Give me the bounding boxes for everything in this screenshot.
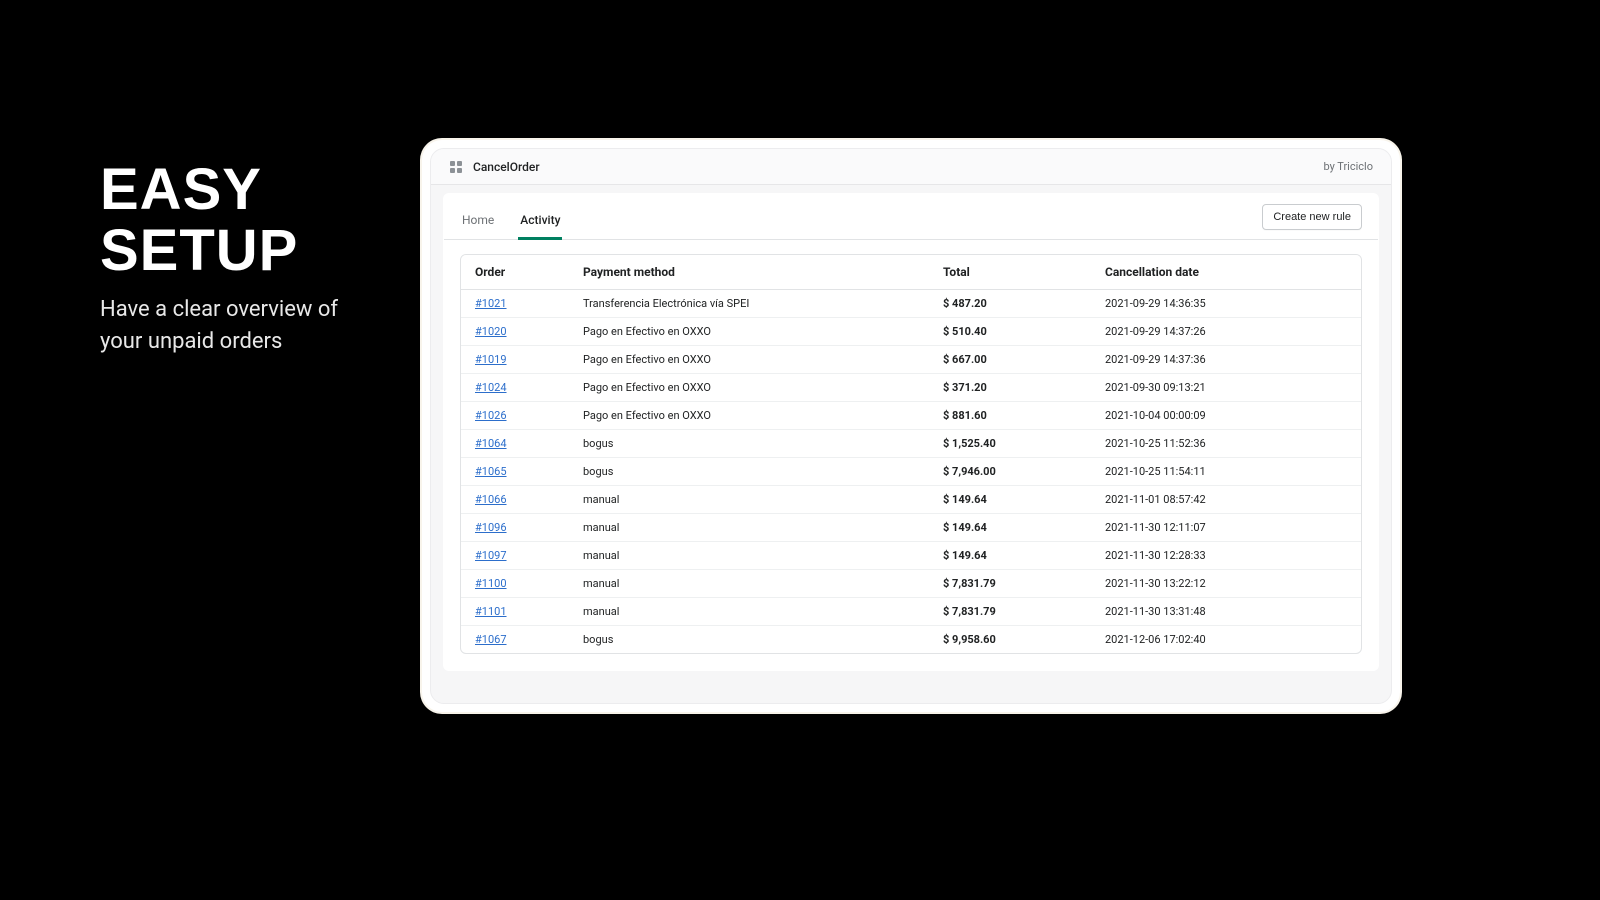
app-header-left: CancelOrder (449, 160, 540, 174)
cancellation-date-cell: 2021-09-30 09:13:21 (1091, 374, 1361, 402)
app-header: CancelOrder by Triciclo (431, 149, 1391, 185)
total-cell: $ 7,831.79 (929, 598, 1091, 626)
tabs: Home Activity (460, 194, 562, 239)
cancellation-date-cell: 2021-10-25 11:52:36 (1091, 430, 1361, 458)
total-cell: $ 510.40 (929, 318, 1091, 346)
payment-method-cell: bogus (569, 430, 929, 458)
total-cell: $ 7,831.79 (929, 570, 1091, 598)
app-grid-icon (449, 160, 463, 174)
total-cell: $ 1,525.40 (929, 430, 1091, 458)
cancellation-date-cell: 2021-11-30 13:31:48 (1091, 598, 1361, 626)
payment-method-cell: Transferencia Electrónica vía SPEI (569, 290, 929, 318)
order-link[interactable]: #1101 (475, 605, 507, 618)
main-panel: Home Activity Create new rule Order (443, 193, 1379, 671)
table-row: #1026 Pago en Efectivo en OXXO$ 881.60202… (461, 402, 1361, 430)
order-link[interactable]: #1021 (475, 297, 507, 310)
create-new-rule-button[interactable]: Create new rule (1262, 204, 1362, 230)
order-link[interactable]: #1019 (475, 353, 507, 366)
total-cell: $ 149.64 (929, 486, 1091, 514)
payment-method-cell: manual (569, 542, 929, 570)
table-header-row: Order Payment method Total Cancellation … (461, 255, 1361, 290)
total-cell: $ 9,958.60 (929, 626, 1091, 654)
tabs-row: Home Activity Create new rule (444, 194, 1378, 240)
order-link[interactable]: #1026 (475, 409, 507, 422)
tab-home[interactable]: Home (460, 201, 496, 240)
payment-method-cell: manual (569, 598, 929, 626)
table-row: #1101 manual$ 7,831.792021-11-30 13:31:48 (461, 598, 1361, 626)
payment-method-cell: manual (569, 514, 929, 542)
payment-method-cell: Pago en Efectivo en OXXO (569, 374, 929, 402)
table-row: #1020 Pago en Efectivo en OXXO$ 510.40202… (461, 318, 1361, 346)
orders-table-card: Order Payment method Total Cancellation … (460, 254, 1362, 654)
payment-method-cell: Pago en Efectivo en OXXO (569, 318, 929, 346)
promo-copy: EASY SETUP Have a clear overview of your… (100, 160, 380, 358)
col-payment-method: Payment method (569, 255, 929, 290)
table-row: #1100 manual$ 7,831.792021-11-30 13:22:12 (461, 570, 1361, 598)
total-cell: $ 667.00 (929, 346, 1091, 374)
order-link[interactable]: #1096 (475, 521, 507, 534)
order-link[interactable]: #1097 (475, 549, 507, 562)
order-link[interactable]: #1064 (475, 437, 507, 450)
promo-headline: EASY SETUP (100, 160, 380, 282)
table-row: #1067 bogus$ 9,958.602021-12-06 17:02:40 (461, 626, 1361, 654)
cancellation-date-cell: 2021-11-30 13:22:12 (1091, 570, 1361, 598)
total-cell: $ 881.60 (929, 402, 1091, 430)
cancellation-date-cell: 2021-12-06 17:02:40 (1091, 626, 1361, 654)
total-cell: $ 487.20 (929, 290, 1091, 318)
cancellation-date-cell: 2021-11-30 12:28:33 (1091, 542, 1361, 570)
order-link[interactable]: #1067 (475, 633, 507, 646)
table-row: #1065 bogus$ 7,946.002021-10-25 11:54:11 (461, 458, 1361, 486)
tab-activity[interactable]: Activity (518, 201, 562, 240)
payment-method-cell: bogus (569, 626, 929, 654)
col-cancellation-date: Cancellation date (1091, 255, 1361, 290)
table-row: #1066 manual$ 149.642021-11-01 08:57:42 (461, 486, 1361, 514)
cancellation-date-cell: 2021-09-29 14:37:36 (1091, 346, 1361, 374)
table-row: #1024 Pago en Efectivo en OXXO$ 371.20202… (461, 374, 1361, 402)
total-cell: $ 371.20 (929, 374, 1091, 402)
payment-method-cell: manual (569, 570, 929, 598)
table-row: #1019 Pago en Efectivo en OXXO$ 667.00202… (461, 346, 1361, 374)
table-row: #1021 Transferencia Electrónica vía SPEI$… (461, 290, 1361, 318)
promo-headline-line2: SETUP (100, 218, 298, 283)
payment-method-cell: manual (569, 486, 929, 514)
cancellation-date-cell: 2021-10-04 00:00:09 (1091, 402, 1361, 430)
app-title: CancelOrder (473, 160, 540, 174)
col-order: Order (461, 255, 569, 290)
cancellation-date-cell: 2021-10-25 11:54:11 (1091, 458, 1361, 486)
total-cell: $ 149.64 (929, 542, 1091, 570)
total-cell: $ 7,946.00 (929, 458, 1091, 486)
cancellation-date-cell: 2021-11-01 08:57:42 (1091, 486, 1361, 514)
order-link[interactable]: #1020 (475, 325, 507, 338)
order-link[interactable]: #1065 (475, 465, 507, 478)
promo-subtext: Have a clear overview of your unpaid ord… (100, 294, 380, 358)
orders-table: Order Payment method Total Cancellation … (461, 255, 1361, 653)
table-row: #1097 manual$ 149.642021-11-30 12:28:33 (461, 542, 1361, 570)
app-frame: CancelOrder by Triciclo Home Activity Cr… (430, 148, 1392, 704)
table-row: #1064 bogus$ 1,525.402021-10-25 11:52:36 (461, 430, 1361, 458)
cancellation-date-cell: 2021-11-30 12:11:07 (1091, 514, 1361, 542)
payment-method-cell: Pago en Efectivo en OXXO (569, 346, 929, 374)
order-link[interactable]: #1024 (475, 381, 507, 394)
cancellation-date-cell: 2021-09-29 14:36:35 (1091, 290, 1361, 318)
col-total: Total (929, 255, 1091, 290)
table-row: #1096 manual$ 149.642021-11-30 12:11:07 (461, 514, 1361, 542)
cancellation-date-cell: 2021-09-29 14:37:26 (1091, 318, 1361, 346)
promo-headline-line1: EASY (100, 157, 262, 222)
order-link[interactable]: #1100 (475, 577, 507, 590)
payment-method-cell: bogus (569, 458, 929, 486)
app-author: by Triciclo (1323, 160, 1373, 173)
total-cell: $ 149.64 (929, 514, 1091, 542)
order-link[interactable]: #1066 (475, 493, 507, 506)
payment-method-cell: Pago en Efectivo en OXXO (569, 402, 929, 430)
app-screenshot-card: CancelOrder by Triciclo Home Activity Cr… (420, 138, 1402, 714)
